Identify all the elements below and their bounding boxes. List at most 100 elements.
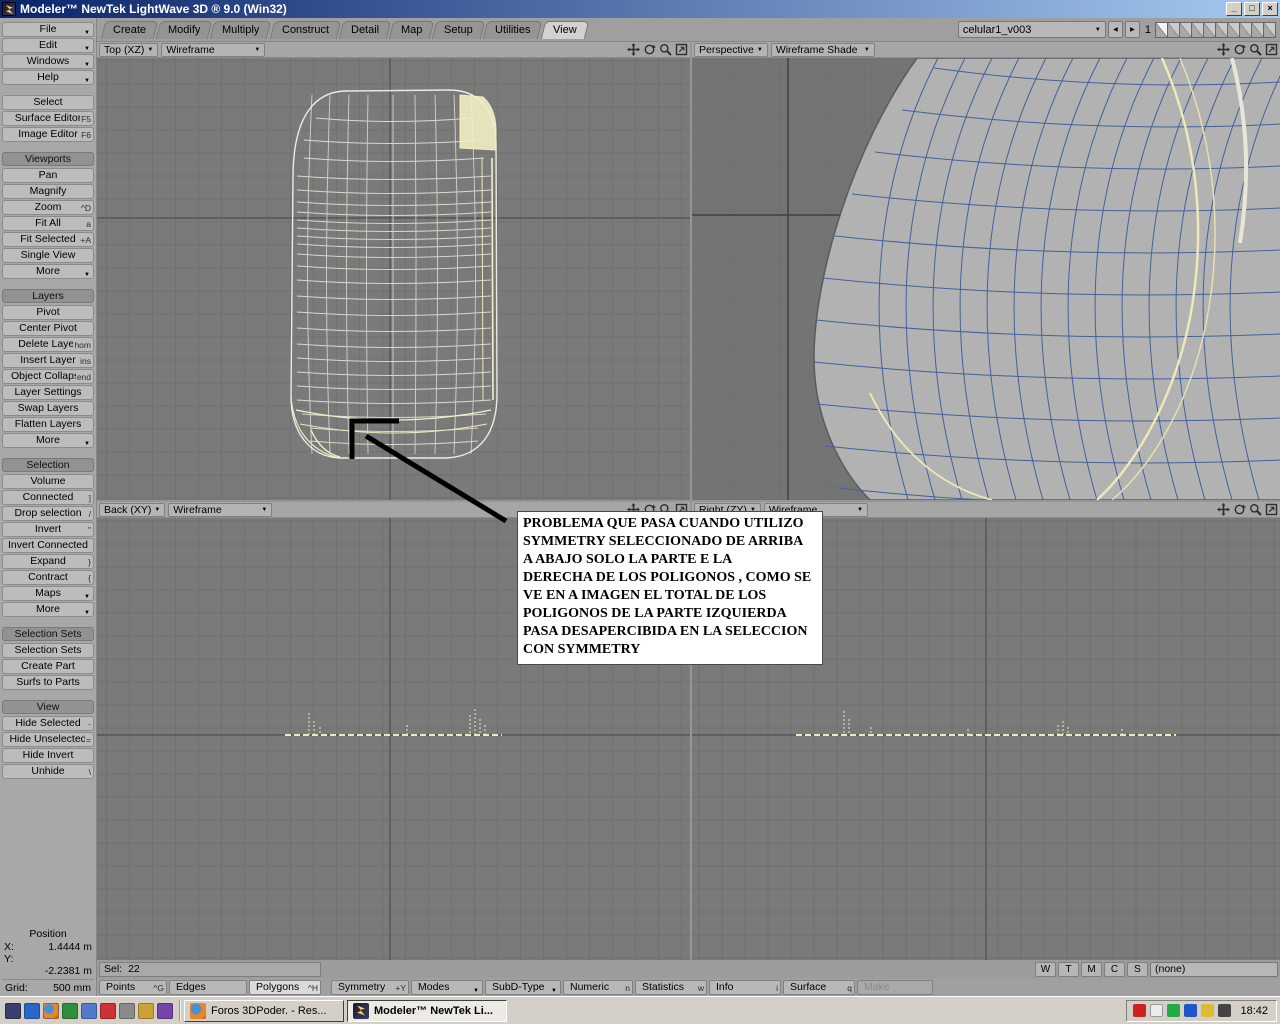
tab-multiply[interactable]: Multiply — [210, 21, 272, 39]
rotate-viewport-icon[interactable] — [643, 43, 656, 56]
sidebar-menu-edit[interactable]: Edit ▼ — [2, 38, 94, 53]
vmap-selector[interactable]: (none) — [1150, 961, 1278, 977]
tab-utilities[interactable]: Utilities — [482, 21, 543, 39]
firefox-icon[interactable] — [43, 1002, 59, 1019]
sidebar-item-connected[interactable]: Connected] — [2, 490, 94, 505]
sidebar-item-layers-more[interactable]: More ▼ — [2, 433, 94, 448]
pan-viewport-icon[interactable] — [1217, 43, 1230, 56]
sidebar-item-layer-settings[interactable]: Layer Settings — [2, 385, 94, 400]
taskbar-task-firefox[interactable]: Foros 3DPoder. - Res... — [184, 999, 344, 1022]
sidebar-item-magnify[interactable]: Magnify — [2, 184, 94, 199]
edges-mode-button[interactable]: Edges — [169, 979, 247, 995]
sidebar-item-create-part[interactable]: Create Part — [2, 659, 94, 674]
sidebar-item-fit-all[interactable]: Fit All a — [2, 216, 94, 231]
sidebar-item-contract[interactable]: Contract { — [2, 570, 94, 585]
vmap-morph-button[interactable]: M — [1081, 961, 1102, 977]
sidebar-item-zoom[interactable]: Zoom ^D — [2, 200, 94, 215]
sidebar-item-volume[interactable]: Volume — [2, 474, 94, 489]
tab-construct[interactable]: Construct — [269, 21, 342, 39]
zoom-viewport-icon[interactable] — [1249, 503, 1262, 516]
maximize-viewport-icon[interactable] — [1265, 503, 1278, 516]
sidebar-item-image-editor[interactable]: Image Editor F6 — [2, 127, 94, 142]
sidebar-item-surface-editor[interactable]: Surface Editor F5 — [2, 111, 94, 126]
quick-launch-icon-5[interactable] — [81, 1002, 97, 1019]
render-mode-dropdown[interactable]: Wireframe ▼ — [168, 502, 273, 517]
render-mode-dropdown[interactable]: Wireframe ▼ — [161, 42, 266, 57]
sidebar-item-delete-layer[interactable]: Delete Layer hom — [2, 337, 94, 352]
sidebar-item-drop-selection[interactable]: Drop selection / — [2, 506, 94, 521]
tray-icon-2[interactable] — [1150, 1004, 1164, 1017]
zoom-viewport-icon[interactable] — [1249, 43, 1262, 56]
taskbar-task-modeler[interactable]: Modeler™ NewTek Li... — [347, 999, 507, 1022]
view-type-dropdown[interactable]: Perspective ▼ — [694, 42, 768, 57]
sidebar-item-unhide[interactable]: Unhide \ — [2, 764, 94, 779]
modes-dropdown[interactable]: Modes ▼ — [411, 979, 483, 995]
sidebar-item-select[interactable]: Select — [2, 95, 94, 110]
internet-explorer-icon[interactable] — [24, 1002, 40, 1019]
layer-next-button[interactable]: ▶ — [1124, 21, 1140, 38]
maximize-button[interactable]: □ — [1244, 2, 1260, 16]
sidebar-item-insert-layer[interactable]: Insert Layer ins — [2, 353, 94, 368]
pan-viewport-icon[interactable] — [627, 43, 640, 56]
zoom-viewport-icon[interactable] — [659, 43, 672, 56]
sidebar-item-invert-connected[interactable]: Invert Connected — [2, 538, 94, 553]
minimize-button[interactable]: _ — [1226, 2, 1242, 16]
sidebar-item-surfs-to-parts[interactable]: Surfs to Parts — [2, 675, 94, 690]
tray-icon-4[interactable] — [1184, 1004, 1198, 1017]
quick-launch-icon-9[interactable] — [157, 1002, 173, 1019]
sidebar-item-maps[interactable]: Maps ▼ — [2, 586, 94, 601]
sidebar-item-hide-invert[interactable]: Hide Invert — [2, 748, 94, 763]
tray-icon-3[interactable] — [1167, 1004, 1181, 1017]
sidebar-item-selection-sets[interactable]: Selection Sets — [2, 643, 94, 658]
tab-map[interactable]: Map — [388, 21, 435, 39]
numeric-button[interactable]: Numeric n — [563, 979, 633, 995]
tab-view[interactable]: View — [540, 21, 589, 39]
sidebar-item-selection-more[interactable]: More ▼ — [2, 602, 94, 617]
quick-launch-icon-1[interactable] — [5, 1002, 21, 1019]
polygons-mode-button[interactable]: Polygons ^H — [249, 979, 321, 995]
viewport-canvas-perspective[interactable] — [692, 58, 1280, 500]
tray-icon-1[interactable] — [1133, 1004, 1147, 1017]
sidebar-item-invert[interactable]: Invert " — [2, 522, 94, 537]
maximize-viewport-icon[interactable] — [1265, 43, 1278, 56]
sidebar-item-pan[interactable]: Pan — [2, 168, 94, 183]
tab-detail[interactable]: Detail — [338, 21, 392, 39]
object-selector[interactable]: celular1_v003 ▼ — [957, 21, 1106, 38]
tray-icon-5[interactable] — [1201, 1004, 1215, 1017]
tab-create[interactable]: Create — [100, 21, 159, 39]
quick-launch-icon-6[interactable] — [100, 1002, 116, 1019]
maximize-viewport-icon[interactable] — [675, 43, 688, 56]
sidebar-item-flatten-layers[interactable]: Flatten Layers — [2, 417, 94, 432]
sidebar-item-object-collapse[interactable]: Object Collapse end — [2, 369, 94, 384]
symmetry-button[interactable]: Symmetry +Y — [331, 979, 409, 995]
vmap-selection-button[interactable]: S — [1127, 961, 1148, 977]
sidebar-item-hide-unselected[interactable]: Hide Unselected = — [2, 732, 94, 747]
sidebar-menu-windows[interactable]: Windows ▼ — [2, 54, 94, 69]
info-button[interactable]: Info i — [709, 979, 781, 995]
close-button[interactable]: × — [1262, 2, 1278, 16]
vmap-color-button[interactable]: C — [1104, 961, 1125, 977]
subd-type-dropdown[interactable]: SubD-Type ▼ — [485, 979, 561, 995]
sidebar-item-fit-selected[interactable]: Fit Selected +A — [2, 232, 94, 247]
sidebar-item-expand[interactable]: Expand} — [2, 554, 94, 569]
sidebar-item-single-view[interactable]: Single View — [2, 248, 94, 263]
surface-button[interactable]: Surface q — [783, 979, 855, 995]
sidebar-menu-help[interactable]: Help ▼ — [2, 70, 94, 85]
view-type-dropdown[interactable]: Back (XY) ▼ — [99, 502, 166, 517]
sidebar-item-swap-layers[interactable]: Swap Layers — [2, 401, 94, 416]
quick-launch-icon-4[interactable] — [62, 1002, 78, 1019]
pan-viewport-icon[interactable] — [1217, 503, 1230, 516]
layer-cell[interactable] — [1263, 21, 1276, 38]
sidebar-item-hide-selected[interactable]: Hide Selected - — [2, 716, 94, 731]
render-mode-dropdown[interactable]: Wireframe Shade ▼ — [770, 42, 875, 57]
tab-setup[interactable]: Setup — [432, 21, 486, 39]
sidebar-menu-file[interactable]: File ▼ — [2, 22, 94, 37]
statistics-button[interactable]: Statistics w — [635, 979, 707, 995]
quick-launch-icon-8[interactable] — [138, 1002, 154, 1019]
tab-modify[interactable]: Modify — [155, 21, 213, 39]
sidebar-item-viewports-more[interactable]: More ▼ — [2, 264, 94, 279]
rotate-viewport-icon[interactable] — [1233, 503, 1246, 516]
quick-launch-icon-7[interactable] — [119, 1002, 135, 1019]
points-mode-button[interactable]: Points ^G — [99, 979, 167, 995]
tray-icon-6[interactable] — [1218, 1004, 1232, 1017]
